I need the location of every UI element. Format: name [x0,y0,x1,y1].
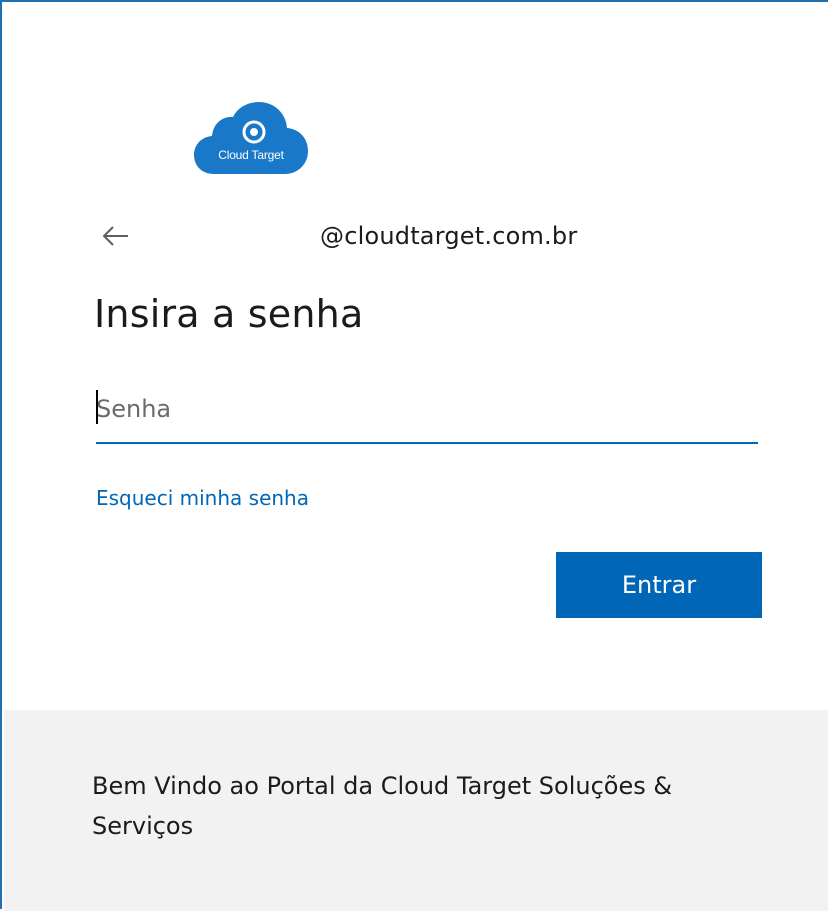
cloud-logo-icon [194,102,308,174]
back-button[interactable] [100,222,132,250]
welcome-text: Bem Vindo ao Portal da Cloud Target Solu… [92,772,673,840]
logo-text: Cloud Target [218,148,284,162]
page-title: Insira a senha [94,292,364,336]
arrow-left-icon [102,226,128,246]
footer-banner: Bem Vindo ao Portal da Cloud Target Solu… [4,710,828,911]
password-input[interactable] [96,380,756,438]
company-logo: Cloud Target [192,100,310,178]
forgot-password-link[interactable]: Esqueci minha senha [96,486,309,510]
text-caret [96,390,98,424]
sign-in-button[interactable]: Entrar [556,552,762,618]
account-identity[interactable]: @cloudtarget.com.br [320,222,577,250]
password-field-wrapper [96,380,758,444]
signin-page: Cloud Target @cloudtarget.com.br Insira … [0,0,828,911]
